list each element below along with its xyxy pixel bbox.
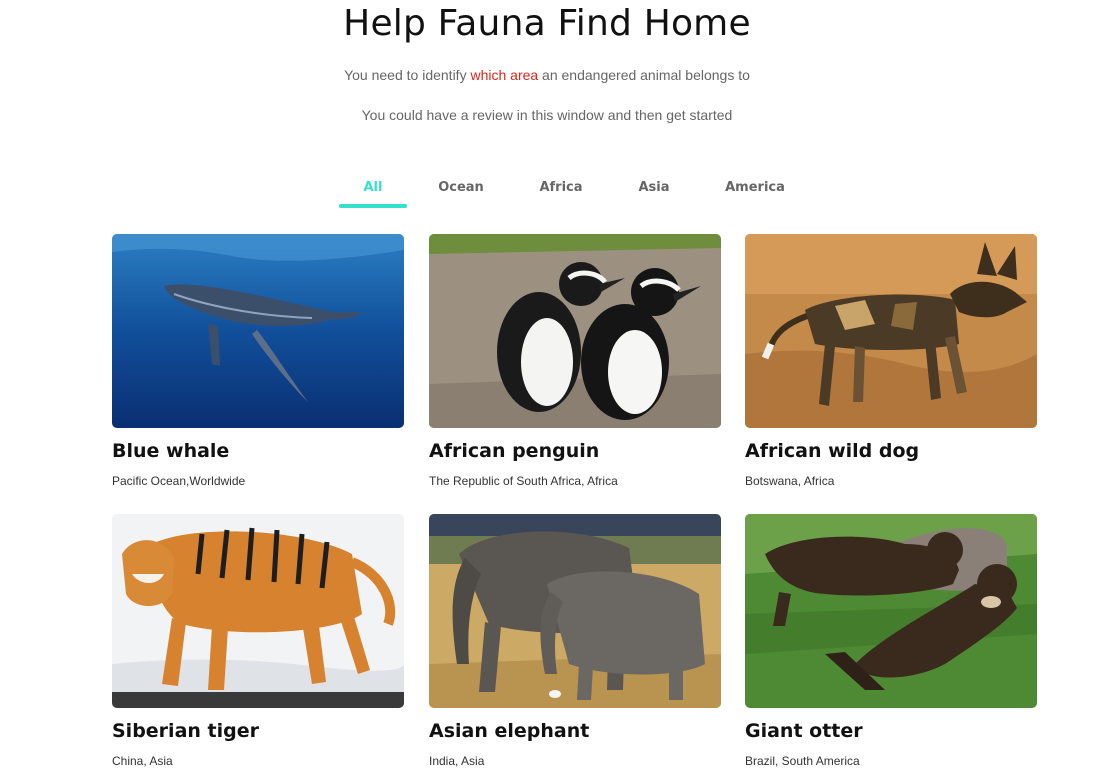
- animal-location: Brazil, South America: [745, 754, 860, 768]
- animal-card-siberian-tiger[interactable]: Siberian tiger China, Asia: [112, 514, 404, 776]
- animal-card-african-penguin[interactable]: African penguin The Republic of South Af…: [429, 234, 721, 494]
- animal-card-giant-otter[interactable]: Giant otter Brazil, South America: [745, 514, 1037, 776]
- otter-photo: [745, 514, 1037, 708]
- intro-highlight: which area: [470, 67, 539, 83]
- animal-location: Botswana, Africa: [745, 474, 835, 488]
- tab-asia[interactable]: Asia: [622, 178, 686, 210]
- animal-card-blue-whale[interactable]: Blue whale Pacific Ocean,Worldwide: [112, 234, 404, 494]
- animal-location: The Republic of South Africa, Africa: [429, 474, 618, 488]
- tiger-photo: [112, 514, 404, 708]
- animal-name: Blue whale: [112, 440, 230, 462]
- tab-label: All: [363, 180, 383, 195]
- intro-text-before: You need to identify: [344, 67, 471, 83]
- wild-dog-photo: [745, 234, 1037, 428]
- whale-photo: [112, 234, 404, 428]
- tab-label: Ocean: [438, 180, 484, 195]
- animal-location: Pacific Ocean,Worldwide: [112, 474, 246, 488]
- tab-america[interactable]: America: [715, 178, 795, 210]
- active-tab-indicator: [339, 204, 407, 208]
- animal-name: African wild dog: [745, 440, 920, 462]
- penguin-photo: [429, 234, 721, 428]
- animal-name: Siberian tiger: [112, 720, 259, 742]
- intro-line-1: You need to identify which area an endan…: [0, 67, 1094, 83]
- intro-text-after: an endangered animal belongs to: [538, 67, 750, 83]
- intro-line-2: You could have a review in this window a…: [361, 107, 733, 123]
- animal-name: Asian elephant: [429, 720, 590, 742]
- animal-name: Giant otter: [745, 720, 863, 742]
- tab-label: Asia: [638, 180, 670, 195]
- page-title: Help Fauna Find Home: [343, 3, 751, 44]
- elephant-photo: [429, 514, 721, 708]
- tab-africa[interactable]: Africa: [528, 178, 594, 210]
- animal-location: India, Asia: [429, 754, 485, 768]
- animal-name: African penguin: [429, 440, 600, 462]
- region-tabs: All Ocean Africa Asia America: [0, 178, 1094, 212]
- tab-label: America: [725, 180, 785, 195]
- animal-card-asian-elephant[interactable]: Asian elephant India, Asia: [429, 514, 721, 776]
- tab-label: Africa: [539, 180, 583, 195]
- animal-card-african-wild-dog[interactable]: African wild dog Botswana, Africa: [745, 234, 1037, 494]
- tab-ocean[interactable]: Ocean: [428, 178, 494, 210]
- animal-location: China, Asia: [112, 754, 173, 768]
